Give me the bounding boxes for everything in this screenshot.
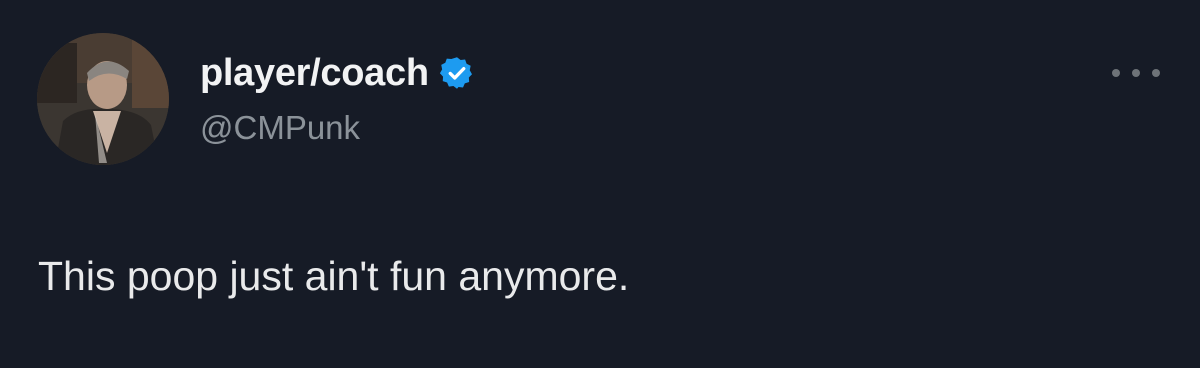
tweet-card: player/coach @CMPunk This poop just ain'… bbox=[0, 0, 1200, 368]
profile-photo-icon bbox=[37, 33, 169, 165]
more-options-icon[interactable] bbox=[1112, 62, 1160, 84]
author-avatar[interactable] bbox=[37, 33, 169, 165]
tweet-text: This poop just ain't fun anymore. bbox=[38, 253, 630, 299]
author-name-row: player/coach bbox=[200, 48, 475, 98]
more-dot bbox=[1152, 69, 1160, 77]
more-dot bbox=[1112, 69, 1120, 77]
more-dot bbox=[1132, 69, 1140, 77]
author-display-name[interactable]: player/coach bbox=[200, 48, 429, 98]
verified-badge-icon bbox=[439, 55, 475, 91]
author-handle[interactable]: @CMPunk bbox=[200, 106, 360, 150]
